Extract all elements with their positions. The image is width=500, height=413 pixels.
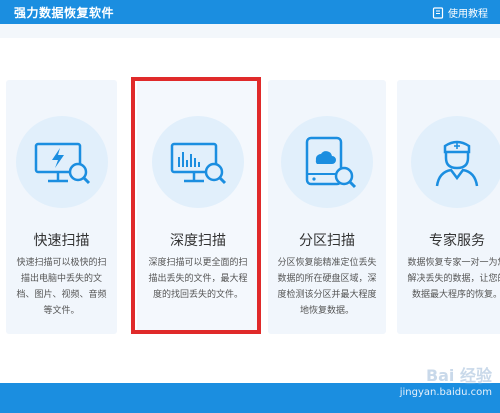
deep-scan-card[interactable]: 深度扫描 深度扫描可以更全面的扫描出丢失的文件，最大程度的找回丢失的文件。 <box>137 80 259 334</box>
card-title: 分区扫描 <box>299 233 355 249</box>
book-icon <box>432 6 444 19</box>
doctor-icon <box>435 140 479 187</box>
card-description: 数据恢复专家一对一为您解决丢失的数据，让您的数据最大程序的恢复。 <box>407 258 500 300</box>
tutorial-label: 使用教程 <box>448 9 488 20</box>
tutorial-button[interactable]: 使用教程 <box>432 5 488 20</box>
cloud-drive-icon <box>305 136 357 189</box>
watermark-logo: Bai 经验 <box>425 366 492 385</box>
lightning-monitor-icon <box>34 142 90 185</box>
card-title: 深度扫描 <box>170 233 226 249</box>
scan-options-panel: 快速扫描 快速扫描可以极快的扫描出电脑中丢失的文档、图片、视频、音频等文件。 深… <box>0 38 500 383</box>
card-title: 专家服务 <box>429 233 485 249</box>
card-description: 快速扫描可以极快的扫描出电脑中丢失的文档、图片、视频、音频等文件。 <box>16 258 107 316</box>
title-bar: 强力数据恢复软件 使用教程 <box>0 0 500 24</box>
watermark: Bai 经验 jingyan.baidu.com <box>400 362 492 398</box>
icon-circle <box>15 116 108 208</box>
card-description: 分区恢复能精准定位丢失数据的所在硬盘区域，深度检测该分区并最大程度地恢复数据。 <box>277 258 377 316</box>
expert-service-card[interactable]: 专家服务 数据恢复专家一对一为您解决丢失的数据，让您的数据最大程序的恢复。 <box>397 80 500 334</box>
partition-scan-card[interactable]: 分区扫描 分区恢复能精准定位丢失数据的所在硬盘区域，深度检测该分区并最大程度地恢… <box>268 80 386 334</box>
chart-monitor-icon <box>170 142 227 185</box>
toolbar-strip <box>0 24 500 38</box>
icon-circle <box>281 116 373 208</box>
watermark-url: jingyan.baidu.com <box>399 387 492 398</box>
icon-circle <box>411 116 500 208</box>
icon-circle <box>152 116 244 208</box>
card-description: 深度扫描可以更全面的扫描出丢失的文件，最大程度的找回丢失的文件。 <box>148 258 248 300</box>
app-title: 强力数据恢复软件 <box>14 6 115 20</box>
card-title: 快速扫描 <box>33 233 90 249</box>
quick-scan-card[interactable]: 快速扫描 快速扫描可以极快的扫描出电脑中丢失的文档、图片、视频、音频等文件。 <box>6 80 117 334</box>
